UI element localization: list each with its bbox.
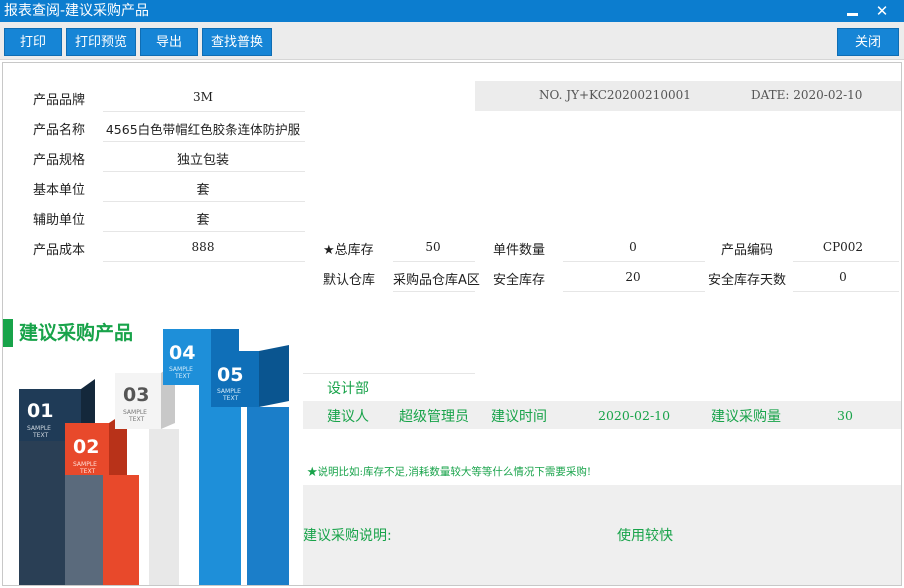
suggest-note: ★说明比如:库存不足,消耗数量较大等等什么情况下需要采购! [307,466,592,478]
infographic-column [247,407,289,585]
divider [303,373,475,374]
description-value: 使用较快 [617,528,673,544]
divider [563,261,705,262]
divider [393,261,475,262]
suggest-qty-value: 30 [837,408,853,423]
aux-unit-value: 套 [196,213,210,228]
brand-label: 产品品牌 [33,93,86,108]
divider [103,261,305,262]
infographic-subtext: SAMPLE [73,461,97,468]
total-stock-value: 50 [425,240,441,254]
divider [103,141,305,142]
divider [103,231,305,232]
infographic-subtext: TEXT [79,468,95,475]
suggester-value: 超级管理员 [399,409,469,425]
default-warehouse-label: 默认仓库 [323,273,376,288]
cost-label: 产品成本 [33,243,86,258]
minimize-icon[interactable] [842,1,862,21]
base-unit-value: 套 [196,183,210,198]
infographic-number: 05 [217,364,243,386]
code-label: 产品编码 [721,243,774,258]
total-stock-label: ★总库存 [323,243,374,258]
divider [103,111,305,112]
infographic-column [199,385,241,585]
divider [103,171,305,172]
unit-qty-value: 0 [629,240,637,254]
report-number-bar: NO. JY+KC20200210001 DATE: 2020-02-10 [475,81,901,111]
infographic-illustration: 01 SAMPLE TEXT 02 SAMPLE TEXT 03 SAMPLE … [19,329,289,585]
infographic-subtext: TEXT [128,416,144,423]
brand-value: 3M [193,90,213,104]
infographic-subtext: SAMPLE [123,409,147,416]
suggester-label: 建议人 [327,409,369,425]
infographic-subtext: SAMPLE [169,366,193,373]
divider [103,201,305,202]
dept-value: 设计部 [327,381,369,397]
description-label: 建议采购说明: [303,528,392,544]
infographic-subtext: TEXT [222,395,238,402]
aux-unit-label: 辅助单位 [33,213,86,228]
safety-days-label: 安全库存天数 [708,273,787,288]
unit-qty-label: 单件数量 [493,243,546,258]
report-number: NO. JY+KC20200210001 [539,88,691,102]
infographic-side [259,345,289,407]
safety-stock-value: 20 [625,270,641,284]
base-unit-label: 基本单位 [33,183,86,198]
infographic-subtext: TEXT [174,373,190,380]
report-content: NO. JY+KC20200210001 DATE: 2020-02-10 产品… [2,62,902,586]
name-label: 产品名称 [33,123,86,138]
suggest-time-label: 建议时间 [491,409,547,425]
suggest-qty-label: 建议采购量 [711,409,781,425]
cost-value: 888 [191,240,215,254]
infographic-subtext: TEXT [32,432,48,439]
divider [563,291,705,292]
code-value: CP002 [822,240,864,254]
close-icon[interactable]: ✕ [872,1,892,21]
infographic-number: 02 [73,436,99,458]
find-replace-button[interactable]: 查找普换 [202,28,272,56]
suggest-time-value: 2020-02-10 [598,408,671,423]
name-value: 4565白色带帽红色胶条连体防护服 [105,122,301,137]
safety-stock-label: 安全库存 [493,273,546,288]
export-button[interactable]: 导出 [140,28,198,56]
toolbar: 打印 打印预览 导出 查找普换 关闭 [0,22,904,60]
infographic-number: 03 [123,384,149,406]
description-panel [303,485,901,585]
spec-value: 独立包装 [176,153,229,168]
safety-days-value: 0 [839,270,847,284]
infographic-subtext: SAMPLE [27,425,51,432]
default-warehouse-value: 采购品仓库A区 [393,273,480,288]
divider [393,291,475,292]
infographic-column [149,429,179,585]
spec-label: 产品规格 [33,153,86,168]
print-preview-button[interactable]: 打印预览 [66,28,136,56]
print-button[interactable]: 打印 [4,28,62,56]
window-titlebar: 报表查阅-建议采购产品 ✕ [0,0,904,22]
divider [793,291,899,292]
infographic-subtext: SAMPLE [217,388,241,395]
close-button[interactable]: 关闭 [837,28,899,56]
divider [793,261,899,262]
window-title: 报表查阅-建议采购产品 [4,3,150,19]
infographic-number: 01 [27,400,53,422]
infographic-column [103,475,139,585]
infographic-number: 04 [169,342,195,364]
report-date: DATE: 2020-02-10 [751,88,863,102]
